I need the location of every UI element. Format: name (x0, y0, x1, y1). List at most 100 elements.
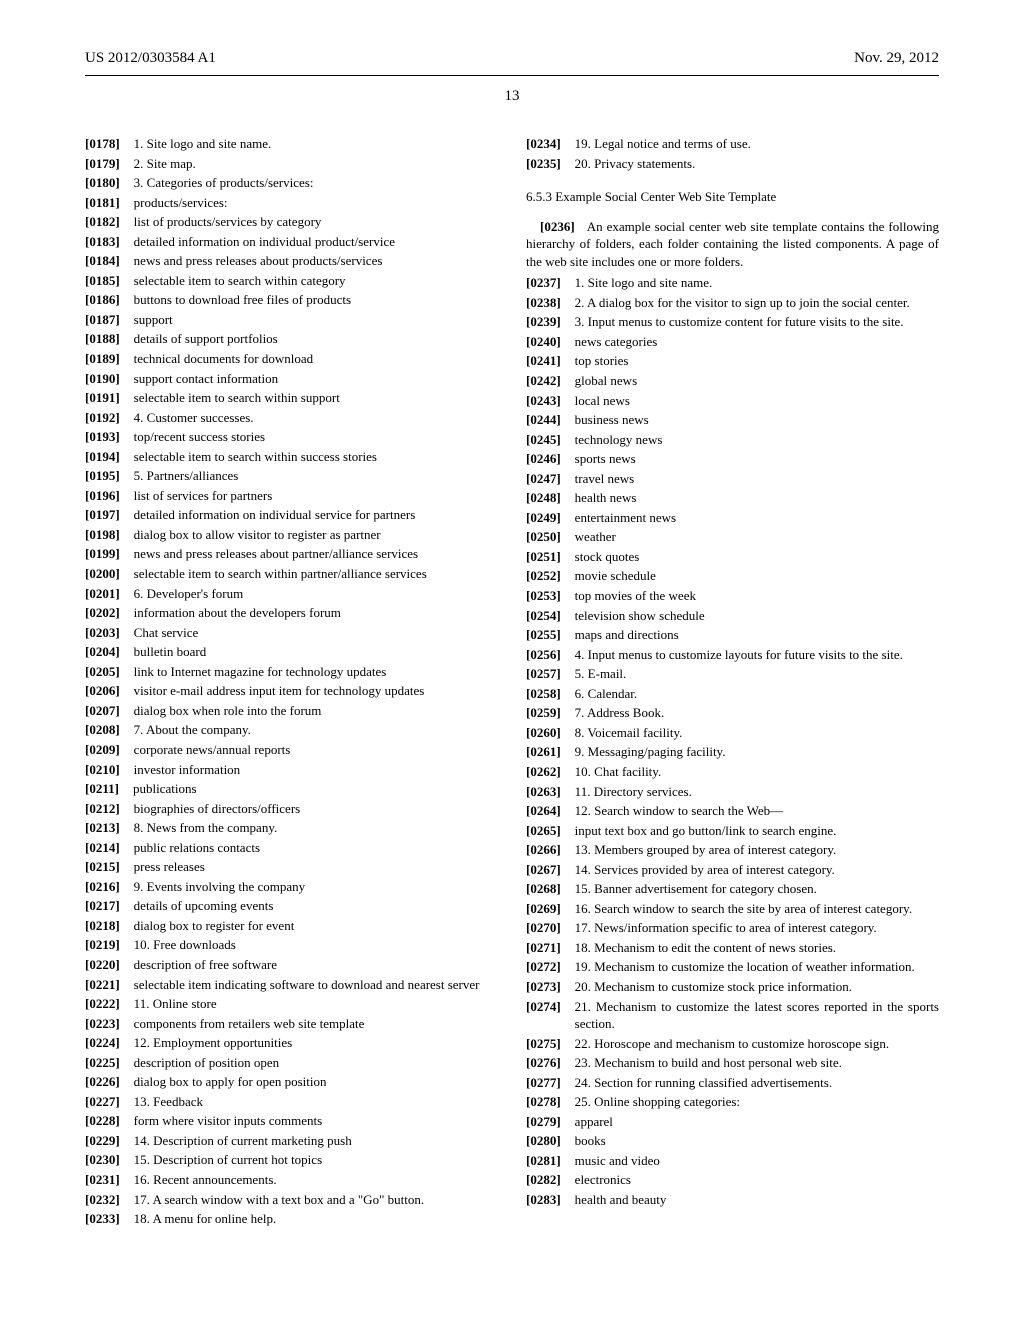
paragraph-item: [0274]21. Mechanism to customize the lat… (526, 998, 939, 1033)
paragraph-text: 17. News/information specific to area of… (575, 919, 939, 937)
paragraph-item: [0193]top/recent success stories (85, 428, 498, 446)
paragraph-number: [0259] (526, 704, 561, 722)
paragraph-item: [0230]15. Description of current hot top… (85, 1151, 498, 1169)
paragraph-number: [0268] (526, 880, 561, 898)
paragraph-item: [0233]18. A menu for online help. (85, 1210, 498, 1228)
paragraph-item: [0214]public relations contacts (85, 839, 498, 857)
column-right: [0234] 19. Legal notice and terms of use.… (526, 135, 939, 1230)
paragraph-item: [0221]selectable item indicating softwar… (85, 976, 498, 994)
paragraph-number: [0187] (85, 311, 120, 329)
paragraph-number: [0247] (526, 470, 561, 488)
paragraph-text: public relations contacts (134, 839, 498, 857)
paragraph-text: bulletin board (134, 643, 498, 661)
paragraph-item: [0257]5. E-mail. (526, 665, 939, 683)
paragraph-text: 23. Mechanism to build and host personal… (575, 1054, 939, 1072)
paragraph-number: [0195] (85, 467, 120, 485)
paragraph-item: [0281]music and video (526, 1152, 939, 1170)
paragraph-item: [0231]16. Recent announcements. (85, 1171, 498, 1189)
paragraph-number: [0238] (526, 294, 561, 312)
paragraph-item: [0253] top movies of the week (526, 587, 939, 605)
paragraph-text: 8. News from the company. (134, 819, 498, 837)
paragraph-item: [0205]link to Internet magazine for tech… (85, 663, 498, 681)
paragraph-number: [0263] (526, 783, 561, 801)
paragraph-number: [0253] (526, 587, 561, 605)
paragraph-text: technical documents for download (134, 350, 498, 368)
paragraph-item: [0261]9. Messaging/paging facility. (526, 743, 939, 761)
paragraph-item: [0248]health news (526, 489, 939, 507)
paragraph-item: [0187]support (85, 311, 498, 329)
paragraph-number: [0201] (85, 585, 120, 603)
paragraph-number: [0269] (526, 900, 561, 918)
paragraph-item: [0199]news and press releases about part… (85, 545, 498, 563)
paragraph-number: [0179] (85, 155, 120, 173)
paragraph-number: [0243] (526, 392, 561, 410)
paragraph-text: 25. Online shopping categories: (575, 1093, 939, 1111)
paragraph-item: [0279]apparel (526, 1113, 939, 1131)
paragraph-item: [0232]17. A search window with a text bo… (85, 1191, 498, 1209)
paragraph-number: [0249] (526, 509, 561, 527)
paragraph-text: top/recent success stories (134, 428, 498, 446)
paragraph-number: [0200] (85, 565, 120, 583)
paragraph-text: dialog box when role into the forum (134, 702, 498, 720)
paragraph-text: movie schedule (575, 567, 939, 585)
paragraph-text: publications (133, 780, 498, 798)
paragraph-text: list of services for partners (134, 487, 498, 505)
paragraph-text: 15. Description of current hot topics (134, 1151, 498, 1169)
paragraph-item: [0282]electronics (526, 1171, 939, 1189)
page-header: US 2012/0303584 A1 Nov. 29, 2012 (85, 50, 939, 67)
paragraph-text: 19. Mechanism to customize the location … (575, 958, 939, 976)
paragraph-text: 11. Online store (134, 995, 498, 1013)
paragraph-item: [0179]2. Site map. (85, 155, 498, 173)
paragraph-number: [0237] (526, 274, 561, 292)
paragraph-item: [0202]information about the developers f… (85, 604, 498, 622)
paragraph-number: [0216] (85, 878, 120, 896)
paragraph-text: support contact information (134, 370, 498, 388)
paragraph-item: [0237]1. Site logo and site name. (526, 274, 939, 292)
paragraph-number: [0273] (526, 978, 561, 996)
paragraph-number: [0280] (526, 1132, 561, 1150)
paragraph-number: [0255] (526, 626, 561, 644)
paragraph-number: [0257] (526, 665, 561, 683)
paragraph-item: [0204] bulletin board (85, 643, 498, 661)
paragraph-number: [0256] (526, 646, 561, 664)
paragraph-number: [0190] (85, 370, 120, 388)
paragraph-number: [0208] (85, 721, 120, 739)
paragraph-text: top stories (575, 352, 939, 370)
paragraph-item: [0273] 20. Mechanism to customize stock p… (526, 978, 939, 996)
paragraph-text: news categories (575, 333, 939, 351)
paragraph-number: [0246] (526, 450, 561, 468)
paragraph-text: 20. Mechanism to customize stock price i… (575, 978, 939, 996)
paragraph-text: products/services: (134, 194, 498, 212)
paragraph-item: [0275]22. Horoscope and mechanism to cus… (526, 1035, 939, 1053)
paragraph-number: [0204] (85, 643, 120, 661)
paragraph-text: 17. A search window with a text box and … (134, 1191, 498, 1209)
paragraph-item: [0250]weather (526, 528, 939, 546)
paragraph-text: selectable item indicating software to d… (134, 976, 498, 994)
paragraph-number: [0281] (526, 1152, 561, 1170)
paragraph-item: [0196] list of services for partners (85, 487, 498, 505)
paragraph-number: [0234] (526, 135, 561, 153)
paragraph-text: 6. Calendar. (575, 685, 939, 703)
paragraph-text: 19. Legal notice and terms of use. (575, 135, 939, 153)
paragraph-item: [0277]24. Section for running classified… (526, 1074, 939, 1092)
paragraph-text: 12. Employment opportunities (134, 1034, 498, 1052)
paragraph-number: [0225] (85, 1054, 120, 1072)
paragraph-item: [0201] 6. Developer's forum (85, 585, 498, 603)
paragraph-number: [0233] (85, 1210, 120, 1228)
paragraph-number: [0213] (85, 819, 120, 837)
paragraph-item: [0209]corporate news/annual reports (85, 741, 498, 759)
paragraph-text: entertainment news (575, 509, 939, 527)
paragraph-item: [0271]18. Mechanism to edit the content … (526, 939, 939, 957)
paragraph-text: selectable item to search within support (134, 389, 498, 407)
paragraph-item: [0249] entertainment news (526, 509, 939, 527)
header-rule (85, 75, 939, 76)
paragraph-item: [0246]sports news (526, 450, 939, 468)
paragraph-text: 6. Developer's forum (134, 585, 498, 603)
paragraph-number: [0196] (85, 487, 120, 505)
paragraph-item: [0262]10. Chat facility. (526, 763, 939, 781)
paragraph-text: 11. Directory services. (575, 783, 939, 801)
paragraph-text: top movies of the week (575, 587, 939, 605)
paragraph-number: [0215] (85, 858, 120, 876)
paragraph-number: [0239] (526, 313, 561, 331)
paragraph-number: [0231] (85, 1171, 120, 1189)
